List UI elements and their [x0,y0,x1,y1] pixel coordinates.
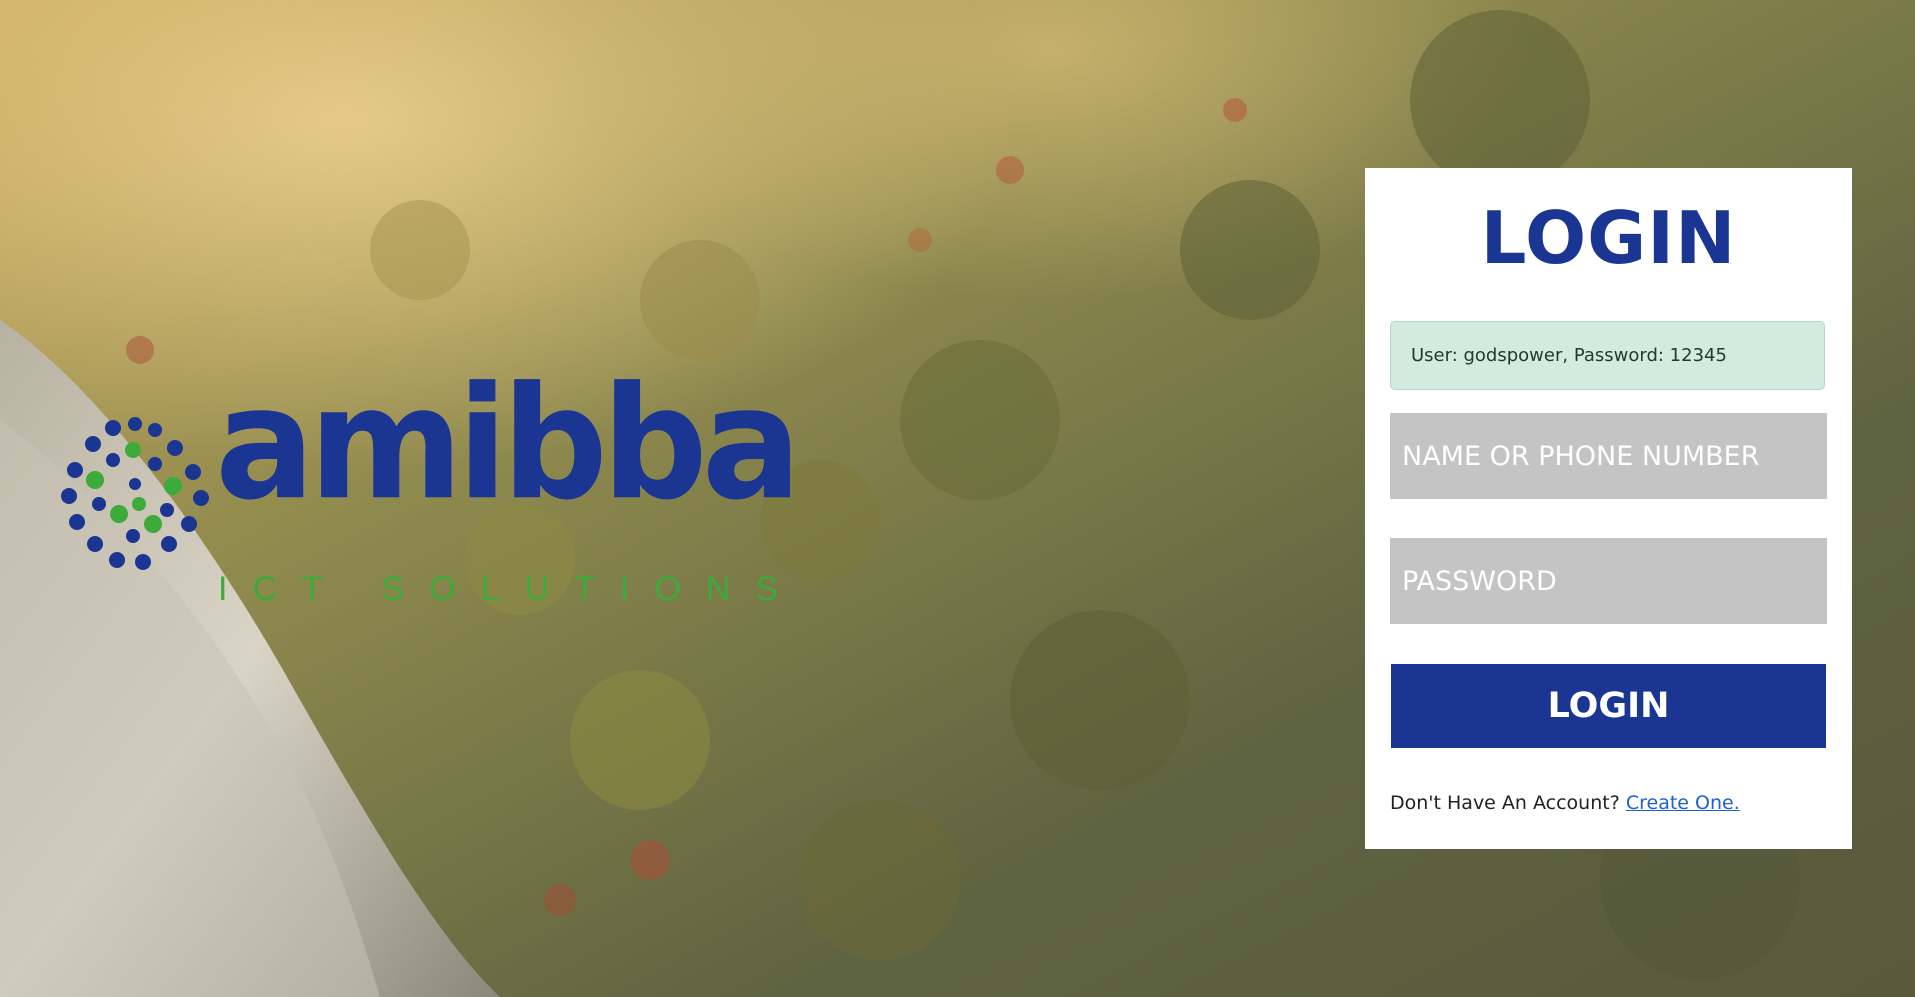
logo-dot-mark-icon [61,417,209,570]
logo-wordmark: amibba [215,353,802,534]
name-or-phone-input[interactable] [1390,413,1827,499]
credentials-hint-alert: User: godspower, Password: 12345 [1390,321,1825,390]
amibba-logo: amibba ICT SOLUTIONS [55,366,802,610]
signup-prompt-text: Don't Have An Account? [1390,792,1620,814]
login-page: amibba ICT SOLUTIONS LOGIN User: godspow… [0,0,1915,997]
login-card: LOGIN User: godspower, Password: 12345 L… [1365,168,1852,849]
login-title: LOGIN [1480,196,1737,280]
login-button[interactable]: LOGIN [1391,664,1826,748]
logo-tagline: ICT SOLUTIONS [218,570,804,608]
password-input[interactable] [1390,538,1827,624]
create-account-link[interactable]: Create One. [1626,792,1740,814]
signup-prompt: Don't Have An Account? Create One. [1390,792,1740,814]
